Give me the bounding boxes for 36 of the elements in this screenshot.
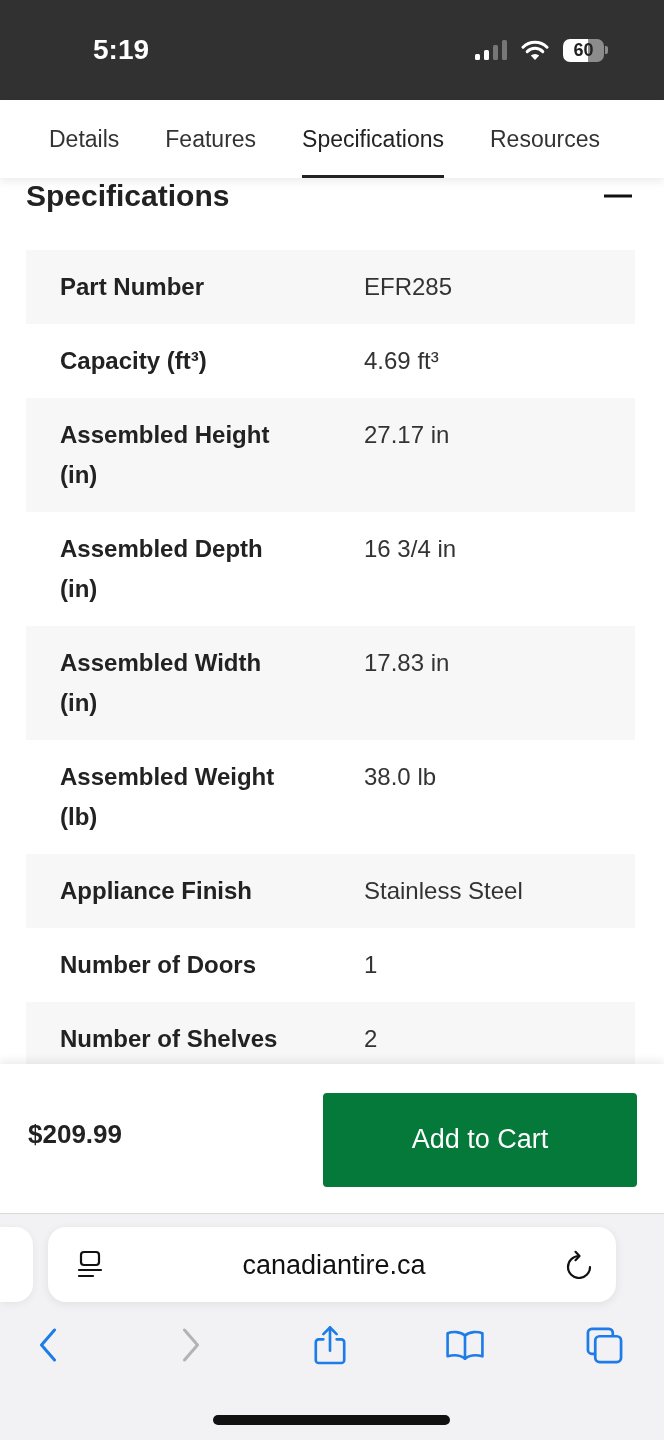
- tab[interactable]: Specifications: [302, 100, 444, 178]
- tabs-icon[interactable]: [585, 1326, 623, 1364]
- spec-label: Capacity (ft³): [60, 346, 208, 376]
- spec-value: Stainless Steel: [364, 876, 524, 906]
- spec-value: 38.0 lb: [364, 762, 438, 792]
- spec-value: 16 3/4 in: [364, 534, 458, 564]
- spec-value: EFR285: [364, 272, 454, 302]
- book-icon[interactable]: [445, 1329, 485, 1361]
- spec-label: Assembled Depth (in): [60, 534, 264, 604]
- spec-value: 1: [364, 950, 379, 980]
- spec-label: Number of Shelves: [60, 1024, 279, 1054]
- add-to-cart-button[interactable]: Add to Cart: [323, 1092, 637, 1187]
- spec-value: 27.17 in: [364, 420, 451, 450]
- tab[interactable]: Resources: [490, 100, 600, 178]
- spec-label: Assembled Height (in): [60, 420, 271, 490]
- spec-label: Assembled Width (in): [60, 648, 263, 718]
- wifi-icon: [521, 39, 549, 61]
- address-bar[interactable]: canadiantire.ca: [48, 1227, 616, 1302]
- price: $209.99: [28, 1118, 122, 1149]
- section-title: Specifications: [26, 180, 230, 212]
- share-icon[interactable]: [312, 1325, 348, 1365]
- battery-indicator: 60: [563, 38, 608, 62]
- spec-label: Appliance Finish: [60, 876, 254, 906]
- tab[interactable]: Details: [49, 100, 120, 178]
- spec-value: 4.69 ft³: [364, 346, 440, 376]
- back-icon[interactable]: [39, 1328, 57, 1362]
- spec-label: Number of Doors: [60, 950, 257, 980]
- spec-label: Assembled Weight (lb): [60, 762, 276, 832]
- page-menu-icon[interactable]: [77, 1249, 103, 1280]
- signal-icon: [475, 40, 507, 60]
- spec-label: Part Number: [60, 272, 206, 302]
- spec-value: 2: [364, 1024, 379, 1054]
- spec-value: 17.83 in: [364, 648, 451, 678]
- reload-icon[interactable]: [565, 1250, 593, 1279]
- status-time: 5:19: [93, 34, 150, 66]
- tab[interactable]: Features: [165, 100, 257, 178]
